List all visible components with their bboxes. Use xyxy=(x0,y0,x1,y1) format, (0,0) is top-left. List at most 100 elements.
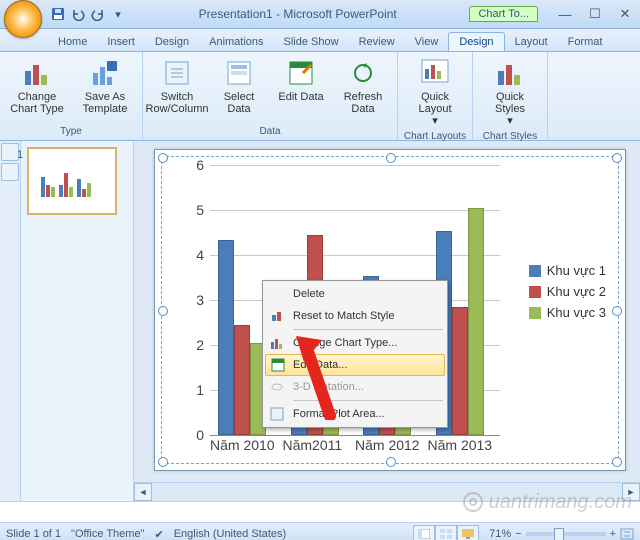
fit-window-icon[interactable] xyxy=(620,528,634,540)
tab-animations[interactable]: Animations xyxy=(199,33,273,51)
chart-legend[interactable]: Khu vực 1 Khu vực 2 Khu vực 3 xyxy=(529,257,606,326)
resize-handle[interactable] xyxy=(612,457,622,467)
quick-styles-label: Quick Styles xyxy=(482,91,538,115)
reset-icon xyxy=(269,308,285,324)
watermark-gear-icon xyxy=(461,490,485,514)
tab-chart-format[interactable]: Format xyxy=(558,33,613,51)
menu-delete[interactable]: Delete xyxy=(265,283,445,305)
minimize-button[interactable]: — xyxy=(550,4,580,24)
quick-layout-label: Quick Layout xyxy=(407,91,463,115)
change-chart-type-label: Change Chart Type xyxy=(9,91,65,115)
legend-item[interactable]: Khu vực 1 xyxy=(529,263,606,278)
ribbon-group-data: Switch Row/Column Select Data Edit Data … xyxy=(143,52,398,140)
dropdown-icon: ▾ xyxy=(432,115,438,127)
y-tick-label: 5 xyxy=(184,202,204,218)
zoom-slider[interactable] xyxy=(526,532,606,536)
legend-item[interactable]: Khu vực 2 xyxy=(529,284,606,299)
x-tick-label: Năm 2012 xyxy=(355,437,420,453)
resize-handle[interactable] xyxy=(386,457,396,467)
x-tick-label: Năm 2010 xyxy=(210,437,275,453)
ribbon-tabs: Home Insert Design Animations Slide Show… xyxy=(0,29,640,52)
status-language[interactable]: English (United States) xyxy=(174,528,287,540)
close-button[interactable]: ✕ xyxy=(610,4,640,24)
zoom-out-button[interactable]: − xyxy=(515,528,521,540)
tab-chart-design[interactable]: Design xyxy=(448,32,504,51)
menu-reset-style[interactable]: Reset to Match Style xyxy=(265,305,445,327)
select-data-icon xyxy=(223,57,255,89)
edit-data-button[interactable]: Edit Data xyxy=(271,54,331,106)
refresh-data-label: Refresh Data xyxy=(338,91,388,115)
sorter-view-icon[interactable] xyxy=(435,525,457,540)
view-buttons xyxy=(413,525,479,540)
outline-tabs xyxy=(0,141,21,501)
ribbon-group-styles: Quick Styles ▾ Chart Styles xyxy=(473,52,548,140)
tab-chart-layout[interactable]: Layout xyxy=(505,33,558,51)
group-label-data: Data xyxy=(259,125,280,138)
bar[interactable] xyxy=(234,325,250,435)
maximize-button[interactable]: ☐ xyxy=(580,4,610,24)
tab-slideshow[interactable]: Slide Show xyxy=(274,33,349,51)
resize-handle[interactable] xyxy=(612,306,622,316)
save-icon[interactable] xyxy=(50,6,66,22)
legend-label: Khu vực 1 xyxy=(547,263,606,278)
slide-number: 1 xyxy=(17,149,23,161)
bar[interactable] xyxy=(468,208,484,435)
outline-tab-icon[interactable] xyxy=(1,163,19,181)
spellcheck-icon[interactable]: ✔ xyxy=(154,528,163,540)
select-data-label: Select Data xyxy=(214,91,264,115)
office-button[interactable] xyxy=(4,0,42,38)
dropdown-icon: ▾ xyxy=(507,115,513,127)
edit-data-label: Edit Data xyxy=(278,91,323,103)
undo-icon[interactable] xyxy=(70,6,86,22)
thumbnail-chart-icon xyxy=(37,157,107,205)
change-chart-type-button[interactable]: Change Chart Type xyxy=(4,54,70,118)
resize-handle[interactable] xyxy=(158,306,168,316)
bar[interactable] xyxy=(452,307,468,435)
annotation-arrow-icon xyxy=(290,330,350,420)
tab-design[interactable]: Design xyxy=(145,33,199,51)
excel-icon xyxy=(270,357,286,373)
scroll-left-icon[interactable]: ◄ xyxy=(134,483,152,501)
select-data-button[interactable]: Select Data xyxy=(209,54,269,118)
quick-access-toolbar: ▾ xyxy=(50,6,126,22)
save-as-template-label: Save As Template xyxy=(77,91,133,115)
group-label-type: Type xyxy=(60,125,82,138)
ribbon-group-layouts: Quick Layout ▾ Chart Layouts xyxy=(398,52,473,140)
tab-review[interactable]: Review xyxy=(349,33,405,51)
resize-handle[interactable] xyxy=(612,153,622,163)
slide-thumbnail[interactable]: 1 xyxy=(27,147,117,215)
resize-handle[interactable] xyxy=(158,457,168,467)
resize-handle[interactable] xyxy=(158,153,168,163)
y-tick-label: 4 xyxy=(184,247,204,263)
switch-row-column-button[interactable]: Switch Row/Column xyxy=(147,54,207,118)
qat-dropdown-icon[interactable]: ▾ xyxy=(110,6,126,22)
tab-home[interactable]: Home xyxy=(48,33,97,51)
zoom-value[interactable]: 71% xyxy=(489,528,511,540)
template-icon xyxy=(89,57,121,89)
quick-styles-icon xyxy=(494,57,526,89)
slideshow-view-icon[interactable] xyxy=(457,525,479,540)
resize-handle[interactable] xyxy=(386,153,396,163)
legend-swatch-icon xyxy=(529,265,541,277)
zoom-controls: 71% − + xyxy=(489,528,634,540)
x-tick-label: Năm2011 xyxy=(283,437,343,453)
tab-view[interactable]: View xyxy=(405,33,449,51)
legend-label: Khu vực 2 xyxy=(547,284,606,299)
chart-type-icon xyxy=(269,335,285,351)
redo-icon[interactable] xyxy=(90,6,106,22)
tab-insert[interactable]: Insert xyxy=(97,33,145,51)
bar[interactable] xyxy=(218,240,234,436)
refresh-data-button[interactable]: Refresh Data xyxy=(333,54,393,118)
watermark: uantrimang.com xyxy=(461,490,632,514)
save-as-template-button[interactable]: Save As Template xyxy=(72,54,138,118)
ribbon: Change Chart Type Save As Template Type … xyxy=(0,52,640,141)
zoom-in-button[interactable]: + xyxy=(610,528,616,540)
legend-item[interactable]: Khu vực 3 xyxy=(529,305,606,320)
rotation-icon xyxy=(269,379,285,395)
y-tick-label: 1 xyxy=(184,382,204,398)
quick-styles-button[interactable]: Quick Styles ▾ xyxy=(477,54,543,130)
quick-layout-icon xyxy=(419,57,451,89)
quick-layout-button[interactable]: Quick Layout ▾ xyxy=(402,54,468,130)
chart-tools-tab[interactable]: Chart To... xyxy=(469,6,538,22)
normal-view-icon[interactable] xyxy=(413,525,435,540)
